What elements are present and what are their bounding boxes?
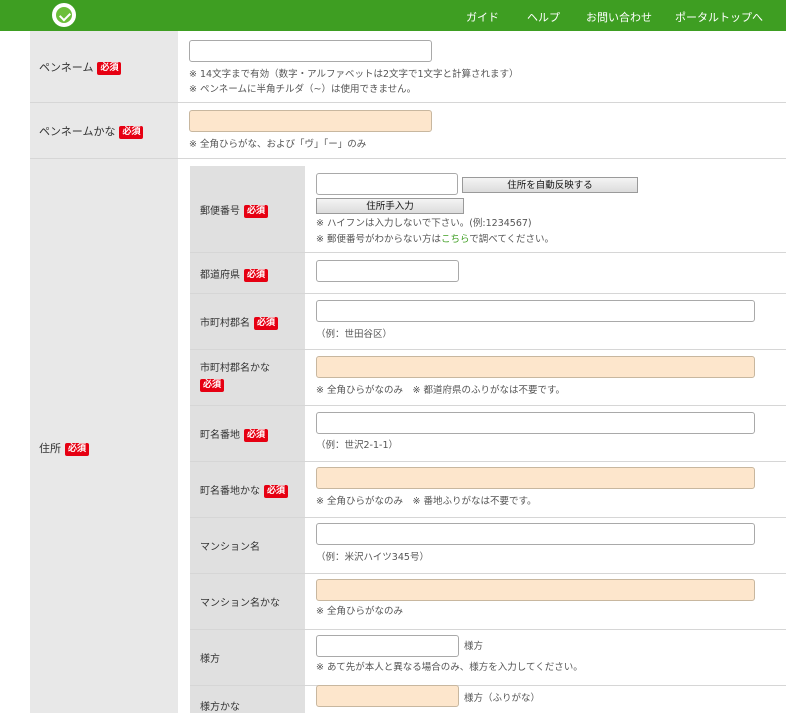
street-kana-note: ※ 全角ひらがなのみ ※ 番地ふりがなは不要です。 (316, 496, 537, 507)
required-badge: 必須 (97, 62, 122, 75)
care-of-kana-input[interactable] (316, 685, 459, 707)
address-label-cell: 住所 必須 (30, 159, 178, 713)
penname-row: ペンネーム 必須 ※ 14文字まで有効（数字・アルファベットは2文字で1文字と計算… (30, 31, 786, 103)
building-kana-input[interactable] (316, 579, 755, 601)
site-logo[interactable] (52, 3, 76, 27)
care-of-kana-label-cell: 様方かな (190, 686, 305, 713)
penname-label: ペンネーム (39, 61, 94, 74)
required-badge: 必須 (119, 126, 144, 139)
postal-note-2: ※ 郵便番号がわからない方はこちらで調べてください。 (316, 234, 555, 245)
registration-form: ペンネーム 必須 ※ 14文字まで有効（数字・アルファベットは2文字で1文字と計算… (30, 31, 786, 713)
prefecture-input[interactable] (316, 260, 459, 282)
postal-note-1: ※ ハイフンは入力しないで下さい。(例:1234567) (316, 218, 532, 229)
care-of-suffix: 様方 (464, 641, 484, 652)
penname-kana-label-cell: ペンネームかな 必須 (30, 103, 178, 158)
care-of-note: ※ あて先が本人と異なる場合のみ、様方を入力してください。 (316, 662, 583, 673)
penname-kana-input[interactable] (189, 110, 432, 132)
penname-label-cell: ペンネーム 必須 (30, 31, 178, 102)
city-note: （例：世田谷区） (316, 329, 393, 340)
city-kana-input[interactable] (316, 356, 755, 378)
building-kana-note: ※ 全角ひらがなのみ (316, 606, 403, 617)
nav-guide-link[interactable]: ガイド (466, 9, 499, 25)
city-input[interactable] (316, 300, 755, 322)
building-input[interactable] (316, 523, 755, 545)
postal-lookup-link[interactable]: こちら (441, 234, 469, 245)
postal-code-input[interactable] (316, 173, 458, 195)
prefecture-row (190, 253, 786, 294)
care-of-row (190, 630, 786, 686)
street-note: （例：世沢2-1-1） (316, 440, 398, 451)
street-kana-input[interactable] (316, 467, 755, 489)
care-of-kana-label: 様方かな (200, 702, 240, 713)
penname-note-2: ※ ペンネームに半角チルダ（~）は使用できません。 (189, 84, 417, 95)
city-kana-note: ※ 全角ひらがなのみ ※ 都道府県のふりがなは不要です。 (316, 385, 566, 396)
penname-kana-label: ペンネームかな (39, 125, 116, 138)
top-navigation-bar: ガイド ヘルプ お問い合わせ ポータルトップへ (0, 0, 786, 31)
care-of-kana-suffix: 様方（ふりがな） (464, 693, 541, 704)
required-badge: 必須 (65, 443, 90, 456)
street-input[interactable] (316, 412, 755, 434)
building-note: （例：米沢ハイツ345号） (316, 552, 429, 563)
nav-help-link[interactable]: ヘルプ (527, 9, 560, 25)
care-of-input[interactable] (316, 635, 459, 657)
auto-fill-address-button[interactable]: 住所を自動反映する (462, 177, 638, 193)
nav-portal-top-link[interactable]: ポータルトップへ (675, 9, 763, 25)
nav-contact-link[interactable]: お問い合わせ (586, 9, 652, 25)
address-label: 住所 (39, 442, 61, 455)
manual-address-button[interactable]: 住所手入力 (316, 198, 464, 214)
penname-input[interactable] (189, 40, 432, 62)
penname-kana-row: ペンネームかな 必須 ※ 全角ひらがな、および「ヴ」「ー」のみ (30, 103, 786, 159)
penname-note-1: ※ 14文字まで有効（数字・アルファベットは2文字で1文字と計算されます） (189, 69, 519, 80)
penname-kana-note: ※ 全角ひらがな、および「ヴ」「ー」のみ (189, 139, 367, 150)
